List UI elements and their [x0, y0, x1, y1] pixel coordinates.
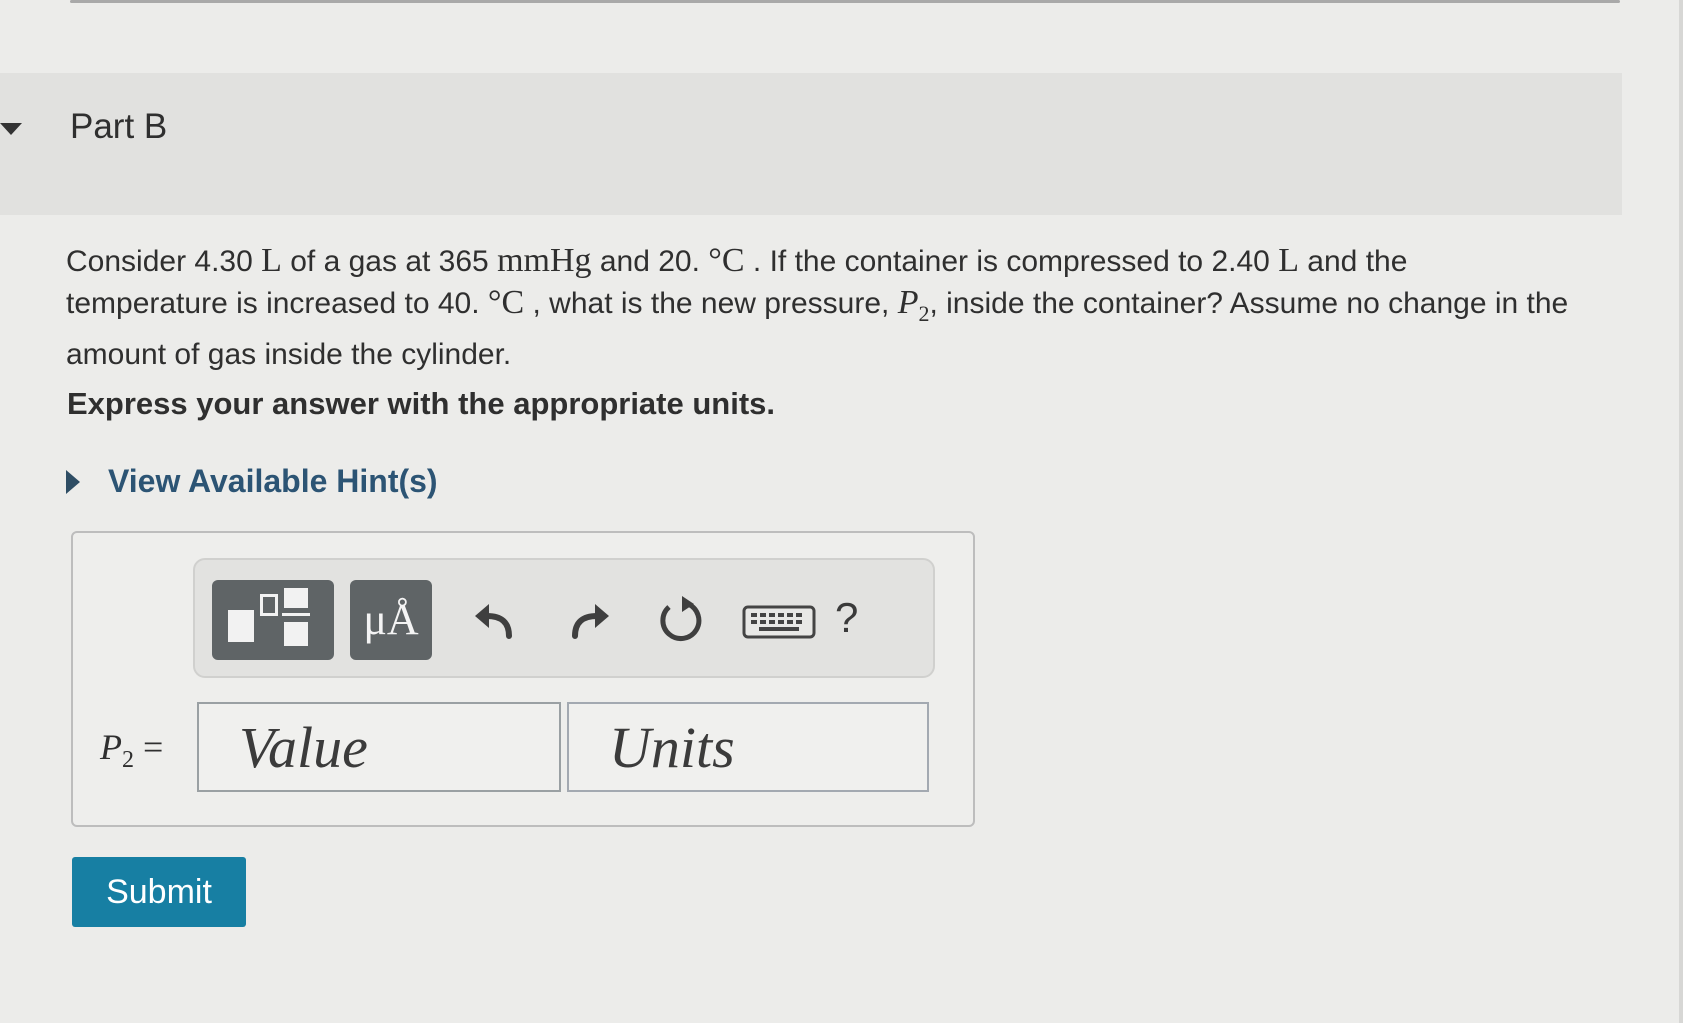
fraction-bar	[282, 613, 310, 616]
submit-button[interactable]: Submit	[72, 857, 246, 927]
value-input[interactable]	[197, 702, 561, 792]
top-divider	[70, 0, 1620, 3]
template-square	[284, 588, 308, 608]
help-icon[interactable]: ?	[835, 594, 858, 642]
question-segment: . If the container is compressed to 2.40	[744, 245, 1279, 278]
answer-label: P2 =	[100, 726, 163, 774]
instruction-text: Express your answer with the appropriate…	[67, 386, 776, 421]
question-unit: °C	[487, 284, 525, 321]
template-square-outline	[260, 594, 278, 616]
question-segment: and 20.	[591, 245, 709, 278]
template-square	[228, 610, 254, 642]
view-hints-label: View Available Hint(s)	[108, 463, 438, 499]
keyboard-icon[interactable]	[739, 590, 819, 650]
part-title: Part B	[70, 107, 168, 146]
undo-icon[interactable]	[465, 590, 525, 650]
variable-subscript: 2	[918, 300, 930, 326]
question-segment: of a gas at 365	[281, 245, 498, 278]
part-header[interactable]	[0, 73, 1622, 215]
expand-triangle-icon	[66, 469, 80, 494]
units-glyph: μÅ	[363, 595, 419, 644]
units-icon[interactable]: μÅ	[350, 580, 432, 660]
answer-subscript: 2	[122, 747, 134, 774]
question-unit: L	[1278, 242, 1299, 279]
units-input[interactable]	[567, 702, 929, 792]
answer-variable: P	[100, 727, 122, 767]
question-unit: L	[261, 242, 282, 279]
math-toolbar: μÅ ?	[193, 558, 935, 678]
question-text: Consider 4.30 L of a gas at 365 mmHg and…	[66, 240, 1576, 375]
question-segment: Consider 4.30	[66, 245, 262, 278]
view-hints-toggle[interactable]: View Available Hint(s)	[66, 463, 438, 500]
redo-icon[interactable]	[559, 590, 619, 650]
right-edge	[1679, 0, 1683, 1023]
question-unit: mmHg	[497, 242, 592, 279]
template-square	[284, 622, 308, 646]
question-variable: P2	[897, 284, 930, 326]
collapse-arrow-icon[interactable]	[0, 123, 22, 135]
question-segment: , what is the new pressure,	[524, 287, 898, 320]
question-unit: °C	[708, 242, 745, 279]
equals-sign: =	[134, 727, 164, 767]
variable-letter: P	[897, 284, 919, 321]
templates-icon[interactable]	[212, 580, 334, 660]
reset-icon[interactable]	[650, 590, 710, 650]
